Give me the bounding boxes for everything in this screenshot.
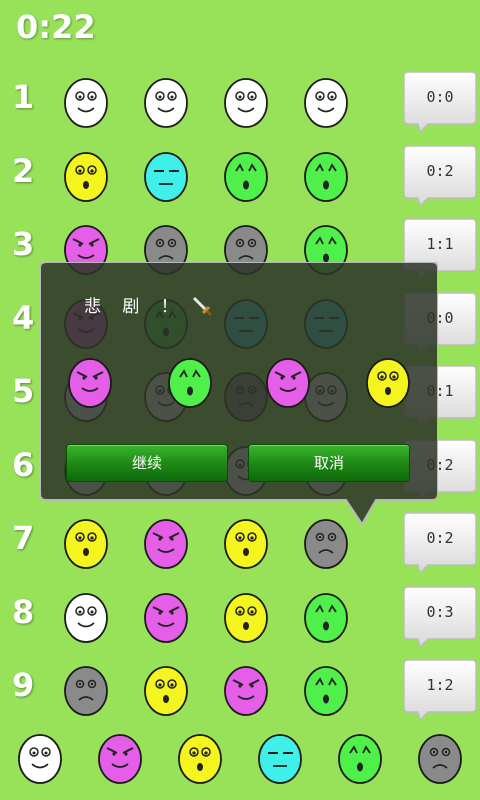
continue-button[interactable]: 继续 [66,444,228,482]
guess-face-yellow [142,664,190,718]
row-number: 9 [12,666,35,704]
guess-face-yellow [62,150,110,204]
score-text: 1:2 [426,676,454,694]
answer-face-magenta [264,356,312,410]
dialog-title: 悲 剧 ！ [84,297,186,317]
color-palette [0,728,480,790]
cancel-button[interactable]: 取消 [248,444,410,482]
score-text: 0:3 [426,602,454,621]
palette-face-magenta[interactable] [96,732,144,786]
guess-face-white [142,76,190,130]
guess-face-cyan [142,150,190,204]
guess-face-green [302,150,350,204]
guess-row: 1 0:0 [0,70,480,134]
score-text: 0:2 [426,161,454,180]
guess-face-magenta [222,664,270,718]
palette-face-gray[interactable] [416,732,464,786]
guess-face-green [222,150,270,204]
guess-row: 9 1:2 [0,658,480,722]
score-bubble: 0:2 [402,144,478,208]
guess-face-green [302,664,350,718]
guess-face-white [302,76,350,130]
result-dialog: 悲 剧 ！ 继续 取消 [40,262,438,526]
score-bubble: 0:0 [402,70,478,134]
guess-face-magenta [142,591,190,645]
guess-face-green [302,591,350,645]
answer-face-magenta [66,356,114,410]
palette-face-cyan[interactable] [256,732,304,786]
guess-face-white [62,76,110,130]
palette-face-white[interactable] [16,732,64,786]
answer-face-yellow [364,356,412,410]
score-text: 1:1 [426,235,454,253]
score-bubble: 1:2 [402,658,478,722]
row-number: 1 [12,78,35,116]
row-number: 3 [12,225,35,263]
guess-face-white [222,76,270,130]
guess-face-white [62,591,110,645]
game-timer: 0:22 [16,8,96,46]
row-number: 2 [12,151,35,190]
answer-face-green [166,356,214,410]
guess-face-gray [62,664,110,718]
guess-row: 2 0:2 [0,144,480,208]
row-number: 8 [12,592,35,631]
score-text: 0:0 [426,88,454,106]
sword-icon [192,296,212,316]
guess-face-yellow [222,591,270,645]
score-text: 0:2 [426,529,454,547]
guess-row: 8 0:3 [0,585,480,649]
score-bubble: 0:3 [402,585,478,649]
palette-face-yellow[interactable] [176,732,224,786]
palette-face-green[interactable] [336,732,384,786]
